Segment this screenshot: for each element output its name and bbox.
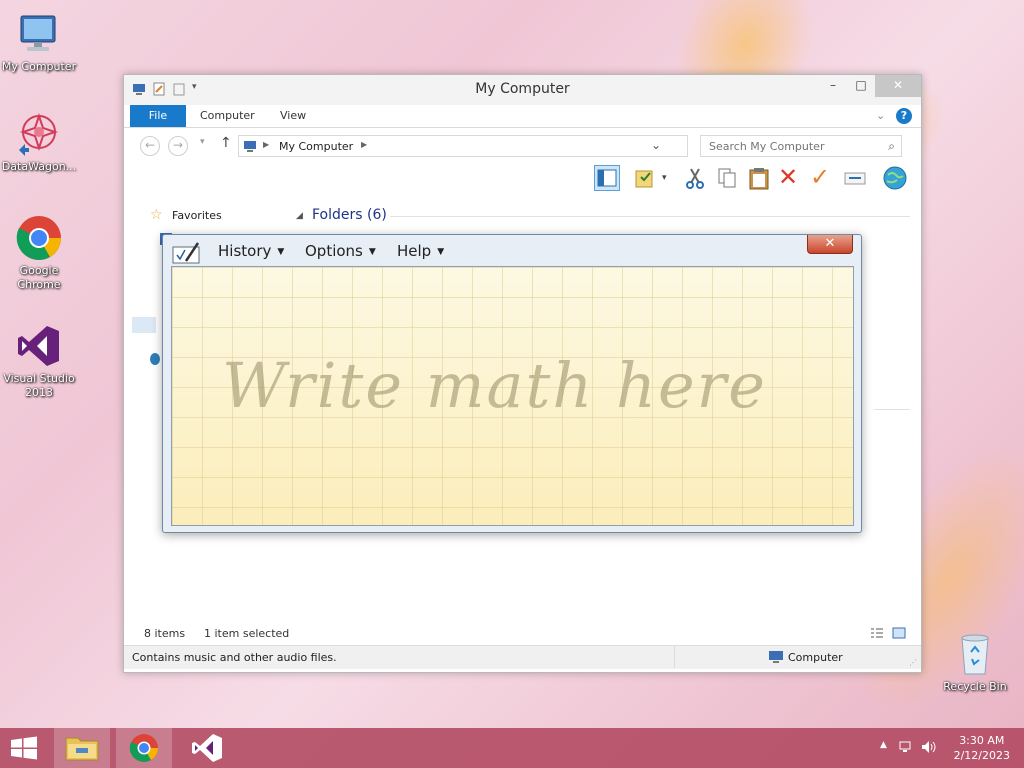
taskbar: ▲ 3:30 AM 2/12/2023 bbox=[0, 728, 1024, 768]
resize-grip[interactable]: ⋰ bbox=[909, 658, 917, 667]
taskbar-file-explorer[interactable] bbox=[54, 728, 110, 768]
chrome-icon bbox=[15, 214, 63, 262]
computer-icon bbox=[243, 139, 257, 156]
details-view-icon[interactable] bbox=[870, 627, 884, 642]
desktop-icon-datawagon[interactable]: DataWagon... bbox=[0, 110, 81, 174]
expand-ribbon-icon[interactable]: ⌄ bbox=[876, 105, 885, 127]
address-row: ← → ▾ ↑ ▶ My Computer ▶ ⌄ ↻ ⌕ bbox=[124, 128, 921, 160]
group-divider bbox=[390, 216, 910, 217]
selection-count: 1 item selected bbox=[204, 627, 290, 640]
menu-help[interactable]: Help ▼ bbox=[397, 242, 444, 260]
up-button[interactable]: ↑ bbox=[220, 135, 232, 151]
chevron-down-icon: ▼ bbox=[277, 247, 285, 257]
math-input-icon bbox=[172, 241, 202, 268]
visual-studio-icon bbox=[192, 734, 222, 762]
system-tray: ▲ 3:30 AM 2/12/2023 bbox=[864, 728, 1024, 768]
preview-pane-icon[interactable] bbox=[594, 165, 620, 191]
close-button[interactable]: ✕ bbox=[875, 75, 921, 97]
desktop-icon-label: Recycle Bin bbox=[943, 680, 1007, 693]
desktop-icon-google-chrome[interactable]: Google Chrome bbox=[0, 214, 81, 292]
large-icons-view-icon[interactable] bbox=[892, 627, 906, 642]
taskbar-google-chrome[interactable] bbox=[116, 728, 172, 768]
breadcrumb-chevron-icon[interactable]: ▶ bbox=[263, 140, 269, 149]
window-titlebar[interactable]: ▾ My Computer – □ ✕ bbox=[124, 75, 921, 105]
clock-date: 2/12/2023 bbox=[953, 749, 1010, 762]
details-bar: Contains music and other audio files. Co… bbox=[124, 645, 921, 669]
computer-icon bbox=[15, 10, 63, 58]
desktop-icon-recycle-bin[interactable]: Recycle Bin bbox=[933, 630, 1017, 694]
nav-favorites[interactable]: Favorites bbox=[172, 209, 222, 222]
chevron-down-icon: ▼ bbox=[437, 247, 445, 257]
favorites-star-icon: ☆ bbox=[150, 207, 163, 223]
help-icon[interactable]: ? bbox=[896, 108, 912, 124]
back-button[interactable]: ← bbox=[140, 136, 160, 156]
desktop-icon-visual-studio[interactable]: Visual Studio 2013 bbox=[0, 322, 81, 400]
tab-view[interactable]: View bbox=[280, 105, 306, 127]
writing-placeholder: Write math here bbox=[222, 349, 767, 422]
address-dropdown-icon[interactable]: ⌄ bbox=[651, 138, 661, 152]
recent-locations-icon[interactable]: ▾ bbox=[200, 137, 205, 147]
group-divider bbox=[874, 409, 910, 410]
search-box: ⌕ bbox=[700, 135, 902, 157]
ribbon-tabs: File Computer View ⌄ ? bbox=[124, 105, 921, 128]
minimize-button[interactable]: – bbox=[819, 75, 847, 97]
tab-computer[interactable]: Computer bbox=[200, 105, 255, 127]
volume-icon[interactable] bbox=[920, 739, 936, 758]
network-icon[interactable] bbox=[150, 353, 160, 365]
cut-icon[interactable] bbox=[682, 165, 708, 191]
desktop-icon-label: My Computer bbox=[1, 60, 77, 73]
nav-item-my-computer[interactable] bbox=[132, 317, 156, 333]
item-count: 8 items bbox=[144, 627, 186, 640]
computer-icon bbox=[768, 650, 784, 667]
clock[interactable]: 3:30 AM 2/12/2023 bbox=[954, 733, 1010, 763]
command-toolbar: ▾ ✕ ✓ bbox=[124, 160, 921, 196]
visual-studio-icon bbox=[15, 322, 63, 370]
search-icon[interactable]: ⌕ bbox=[888, 139, 895, 154]
rename-check-icon[interactable]: ✓ bbox=[810, 165, 836, 191]
breadcrumb[interactable]: My Computer bbox=[279, 140, 353, 153]
desktop-icon-label: DataWagon... bbox=[1, 160, 77, 173]
menu-options[interactable]: Options ▼ bbox=[305, 242, 376, 260]
collapse-group-icon[interactable]: ◢ bbox=[296, 211, 303, 221]
taskbar-visual-studio[interactable] bbox=[178, 728, 234, 768]
menu-bar: History ▼ Options ▼ Help ▼ bbox=[163, 241, 861, 265]
windows-logo-icon bbox=[11, 736, 37, 760]
datawagon-icon bbox=[15, 110, 63, 158]
status-description: Contains music and other audio files. bbox=[132, 651, 337, 664]
forward-button[interactable]: → bbox=[168, 136, 188, 156]
chevron-down-icon: ▼ bbox=[368, 247, 376, 257]
status-divider bbox=[674, 646, 675, 668]
copy-icon[interactable] bbox=[714, 165, 740, 191]
desktop-icon-my-computer[interactable]: My Computer bbox=[0, 10, 81, 74]
delete-icon[interactable]: ✕ bbox=[778, 165, 804, 191]
math-input-panel: ✕ History ▼ Options ▼ Help ▼ Write math her… bbox=[162, 234, 862, 533]
window-controls: – □ ✕ bbox=[819, 75, 921, 97]
network-icon[interactable] bbox=[898, 739, 914, 758]
breadcrumb-chevron-icon[interactable]: ▶ bbox=[361, 140, 367, 149]
recycle-bin-icon bbox=[951, 630, 999, 678]
writing-area[interactable]: Write math here bbox=[171, 266, 854, 526]
chrome-icon bbox=[129, 734, 158, 762]
desktop-icon-label: Visual Studio 2013 bbox=[3, 372, 75, 399]
status-location: Computer bbox=[788, 651, 843, 664]
show-hidden-icons-icon[interactable]: ▲ bbox=[880, 740, 887, 750]
globe-icon[interactable] bbox=[882, 165, 908, 191]
folder-icon bbox=[65, 737, 99, 761]
desktop-icon-label: Google Chrome bbox=[17, 264, 61, 291]
status-bar: 8 items 1 item selected bbox=[124, 623, 921, 645]
dropdown-icon[interactable]: ▾ bbox=[662, 165, 674, 191]
search-input[interactable] bbox=[701, 136, 871, 156]
maximize-button[interactable]: □ bbox=[847, 75, 875, 97]
paste-icon[interactable] bbox=[746, 165, 772, 191]
menu-history[interactable]: History ▼ bbox=[218, 242, 284, 260]
address-bar[interactable]: ▶ My Computer ▶ ⌄ ↻ bbox=[238, 135, 713, 157]
new-item-icon[interactable] bbox=[842, 165, 868, 191]
clock-time: 3:30 AM bbox=[959, 734, 1005, 747]
select-folder-icon[interactable] bbox=[632, 165, 658, 191]
tab-file[interactable]: File bbox=[130, 105, 186, 127]
folders-group-header[interactable]: Folders (6) bbox=[312, 207, 387, 223]
window-title: My Computer bbox=[475, 81, 570, 97]
start-button[interactable] bbox=[0, 728, 48, 768]
